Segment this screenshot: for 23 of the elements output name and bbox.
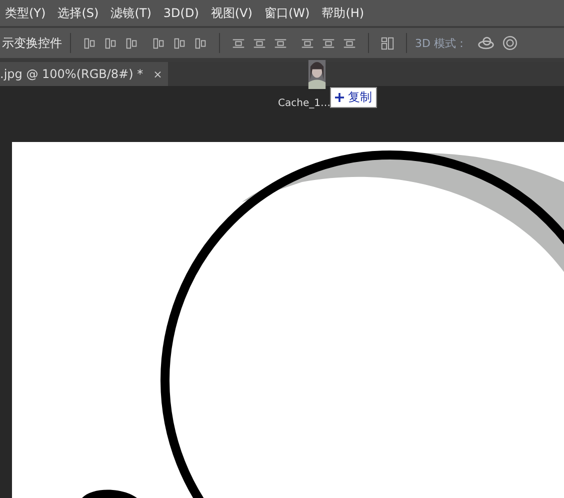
align-icon[interactable]	[151, 36, 166, 50]
menu-item[interactable]: 选择(S)	[52, 4, 106, 22]
rotate-icon[interactable]	[500, 35, 519, 51]
menu-item[interactable]: 视图(V)	[206, 4, 260, 22]
menu-item[interactable]: 窗口(W)	[259, 4, 317, 22]
menu-item[interactable]: 帮助(H)	[316, 4, 372, 22]
align-icon[interactable]	[193, 36, 208, 50]
menu-item[interactable]: 3D(D)	[158, 6, 206, 20]
transform-controls-label: 示变换控件	[2, 34, 62, 52]
menu-item[interactable]: 类型(Y)	[0, 4, 53, 22]
orbit-icon[interactable]	[476, 35, 495, 51]
align-icon[interactable]	[172, 36, 187, 50]
plus-icon	[335, 93, 344, 102]
file-name: Cache_1…	[278, 98, 330, 109]
distribute-spacing-icon[interactable]	[380, 36, 395, 50]
align-icon[interactable]	[82, 36, 97, 50]
document-tab[interactable]: .jpg @ 100%(RGB/8#) * ×	[0, 62, 168, 86]
3d-mode-label: 3D 模式：	[415, 36, 467, 50]
align-icon[interactable]	[103, 36, 118, 50]
copy-label: 复制	[348, 89, 372, 106]
align-icon[interactable]	[124, 36, 139, 50]
close-button[interactable]: ×	[153, 68, 162, 80]
menu-item[interactable]: 滤镜(T)	[106, 4, 158, 22]
